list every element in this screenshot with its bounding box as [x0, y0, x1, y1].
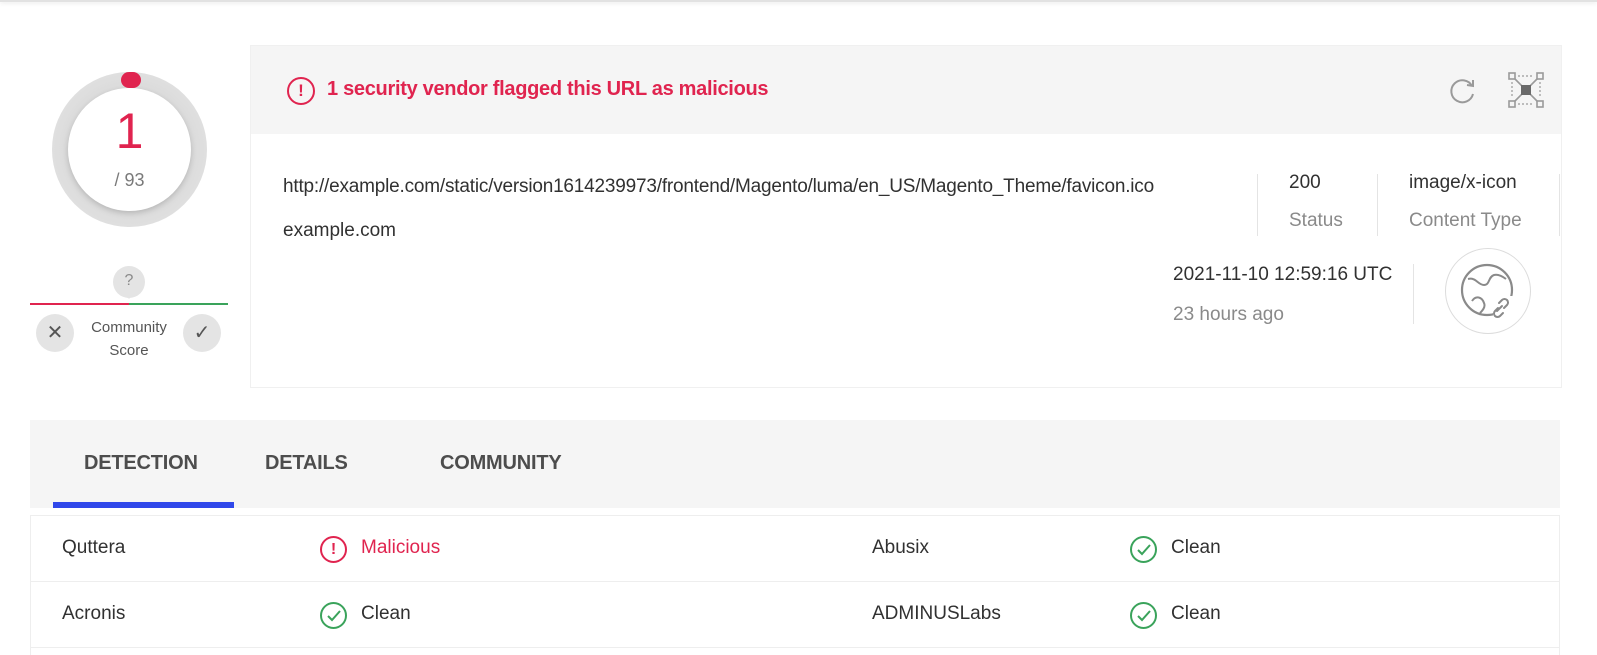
community-score-label: Community Score [80, 316, 178, 362]
graph-view-icon[interactable] [1507, 71, 1545, 109]
tab-detection[interactable]: DETECTION [84, 452, 198, 475]
content-type-value: image/x-icon [1409, 172, 1517, 193]
scanned-url[interactable]: http://example.com/static/version1614239… [283, 176, 1154, 198]
community-score-label-line2: Score [109, 342, 149, 359]
divider [1559, 174, 1560, 236]
alert-text: 1 security vendor flagged this URL as ma… [327, 78, 769, 100]
detection-score-widget: 1 / 93 [52, 72, 207, 227]
engines-total: / 93 [114, 170, 145, 190]
alert-banner: ! 1 security vendor flagged this URL as … [251, 46, 1561, 134]
url-domain[interactable]: example.com [283, 220, 396, 242]
community-score-value: ? [113, 266, 145, 299]
content-type-label: Content Type [1409, 210, 1522, 231]
status-label: Status [1289, 210, 1343, 231]
tab-details[interactable]: DETAILS [265, 452, 348, 475]
community-score-positive-bar [129, 303, 228, 305]
vote-harmless-button[interactable]: ✓ [183, 314, 221, 352]
divider [1257, 174, 1258, 236]
analysis-relative-time: 23 hours ago [1173, 304, 1284, 325]
vote-malicious-button[interactable]: ✕ [36, 314, 74, 352]
detection-count: 1 [115, 103, 144, 159]
score-ring-indicator [121, 72, 141, 88]
report-tabs: DETECTION DETAILS COMMUNITY [30, 420, 1560, 508]
community-score-label-line1: Community [91, 319, 167, 336]
vendor-result: Clean [361, 603, 411, 624]
community-score-negative-bar [30, 303, 129, 305]
table-row: Acronis Clean ADMINUSLabs Clean [31, 582, 1559, 648]
vendor-name: ADMINUSLabs [872, 603, 1001, 624]
vendor-name: Quttera [62, 537, 126, 558]
detection-table: Quttera ! Malicious Abusix Clean Acronis… [30, 515, 1560, 655]
vendor-result: Malicious [361, 537, 441, 558]
tab-community[interactable]: COMMUNITY [440, 452, 562, 475]
vendor-result: Clean [1171, 537, 1221, 558]
clean-check-icon [1130, 536, 1157, 563]
malicious-icon: ! [320, 536, 347, 563]
status-value: 200 [1289, 172, 1321, 193]
clean-check-icon [1130, 602, 1157, 629]
divider [1413, 264, 1414, 324]
url-globe-icon [1445, 248, 1531, 334]
vendor-result: Clean [1171, 603, 1221, 624]
vendor-name: Abusix [872, 537, 930, 558]
divider [1377, 174, 1378, 236]
vendor-name: Acronis [62, 603, 126, 624]
url-summary-card: ! 1 security vendor flagged this URL as … [250, 45, 1562, 388]
active-tab-indicator [53, 502, 234, 508]
alert-icon: ! [287, 77, 315, 105]
table-row: Quttera ! Malicious Abusix Clean [31, 516, 1559, 582]
analysis-date: 2021-11-10 12:59:16 UTC [1173, 264, 1393, 285]
clean-check-icon [320, 602, 347, 629]
reanalyze-icon[interactable] [1446, 74, 1480, 108]
top-bar-edge [0, 0, 1597, 2]
